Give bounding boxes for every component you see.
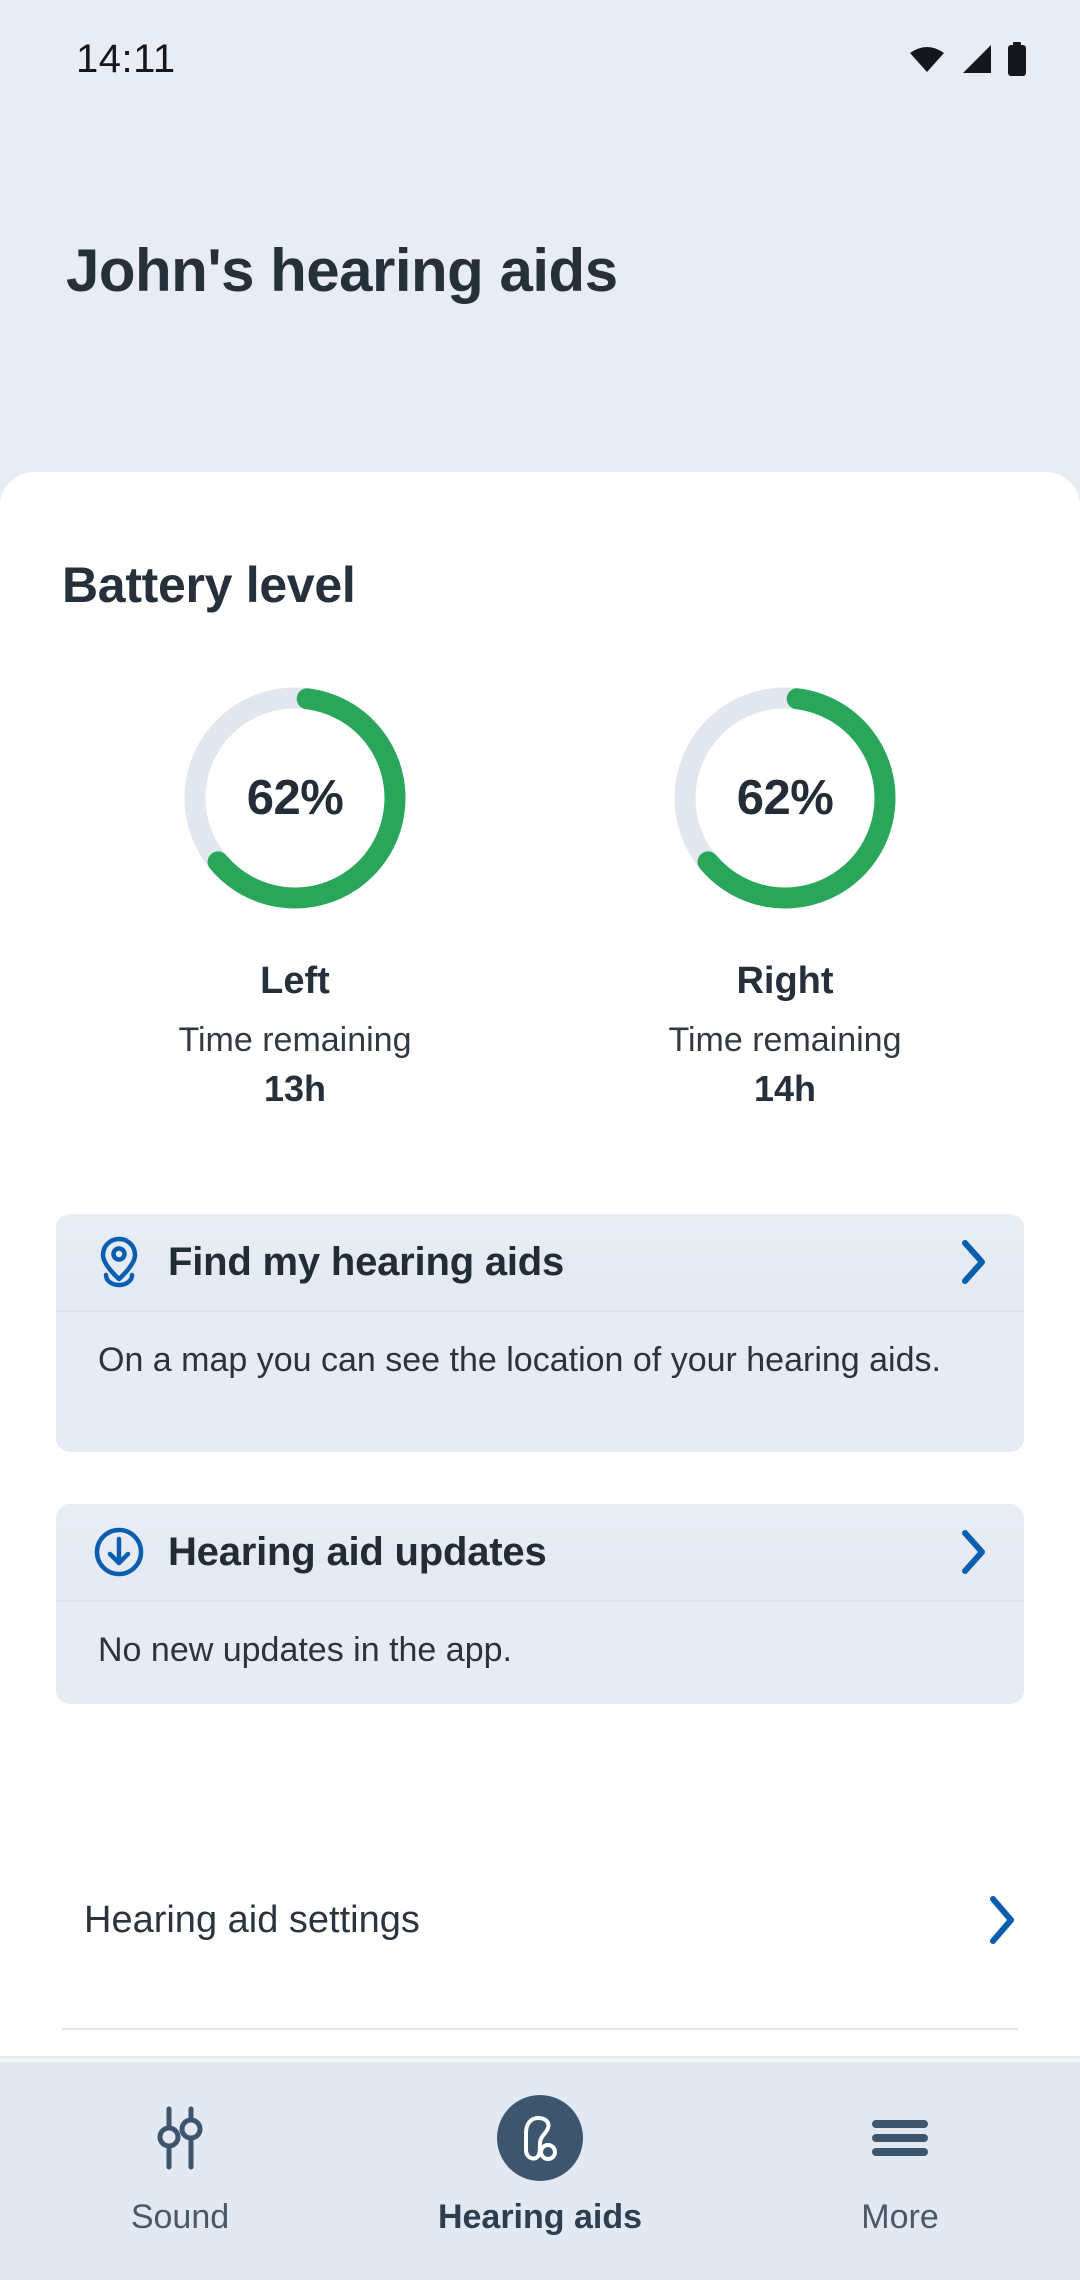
find-my-hearing-aids-header[interactable]: Find my hearing aids — [56, 1214, 1024, 1312]
chevron-right-icon[interactable] — [980, 1893, 1024, 1947]
cellular-signal-icon — [959, 44, 993, 74]
time-remaining-caption-right: Time remaining — [668, 1021, 902, 1059]
battery-icon — [1006, 42, 1028, 76]
page-title: John's hearing aids — [66, 237, 618, 304]
hearing-aid-updates-title: Hearing aid updates — [168, 1529, 547, 1574]
main-content-card: Battery level 62% Left Time remaining 13… — [0, 472, 1080, 2062]
find-my-hearing-aids-card[interactable]: Find my hearing aids On a map you can se… — [56, 1214, 1024, 1452]
battery-side-label-right: Right — [736, 960, 834, 1002]
hearing-aid-updates-card[interactable]: Hearing aid updates No new updates in th… — [56, 1504, 1024, 1704]
location-pin-icon — [92, 1235, 146, 1289]
hearing-aid-icon — [497, 2090, 583, 2186]
hamburger-menu-icon — [868, 2090, 932, 2186]
time-remaining-caption-left: Time remaining — [178, 1021, 412, 1059]
battery-percent-right: 62% — [736, 771, 834, 825]
app-header: John's hearing aids — [0, 118, 1080, 472]
nav-item-hearing-aids[interactable]: Hearing aids — [360, 2090, 720, 2237]
chevron-right-icon[interactable] — [952, 1525, 996, 1579]
status-bar-icons — [908, 42, 1028, 76]
settings-divider — [62, 2028, 1018, 2030]
hearing-aid-updates-header[interactable]: Hearing aid updates — [56, 1504, 1024, 1602]
find-my-hearing-aids-description: On a map you can see the location of you… — [56, 1312, 1024, 1452]
wifi-icon — [908, 44, 946, 74]
nav-item-more[interactable]: More — [720, 2090, 1080, 2237]
time-remaining-value-left: 13h — [263, 1068, 327, 1109]
battery-level-heading: Battery level — [62, 557, 356, 613]
battery-gauges: 62% Left Time remaining 13h 62% Right Ti… — [0, 676, 1080, 1110]
nav-label-hearing-aids: Hearing aids — [437, 2198, 643, 2236]
sliders-icon — [149, 2090, 211, 2186]
time-remaining-value-right: 14h — [753, 1068, 817, 1109]
bottom-navigation: Sound Hearing aids More — [0, 2062, 1080, 2280]
hearing-aid-settings-row[interactable]: Hearing aid settings — [0, 1860, 1080, 1980]
battery-gauge-right: 62% Right Time remaining 14h — [620, 676, 950, 1110]
download-circle-icon — [92, 1525, 146, 1579]
hearing-aid-icon-badge — [497, 2095, 583, 2181]
find-my-hearing-aids-title: Find my hearing aids — [168, 1239, 565, 1284]
battery-side-label-left: Left — [260, 960, 330, 1002]
battery-ring-right: 62% — [663, 676, 907, 920]
nav-label-sound: Sound — [130, 2198, 230, 2236]
battery-ring-left: 62% — [173, 676, 417, 920]
status-bar: 14:11 — [0, 0, 1080, 118]
hearing-aid-settings-label: Hearing aid settings — [84, 1898, 420, 1941]
chevron-right-icon[interactable] — [952, 1235, 996, 1289]
battery-gauge-left: 62% Left Time remaining 13h — [130, 676, 460, 1110]
battery-percent-left: 62% — [246, 771, 344, 825]
nav-item-sound[interactable]: Sound — [0, 2090, 360, 2237]
hearing-aid-updates-description: No new updates in the app. — [56, 1602, 1024, 1704]
nav-label-more: More — [861, 2198, 939, 2236]
status-bar-clock: 14:11 — [76, 36, 176, 81]
